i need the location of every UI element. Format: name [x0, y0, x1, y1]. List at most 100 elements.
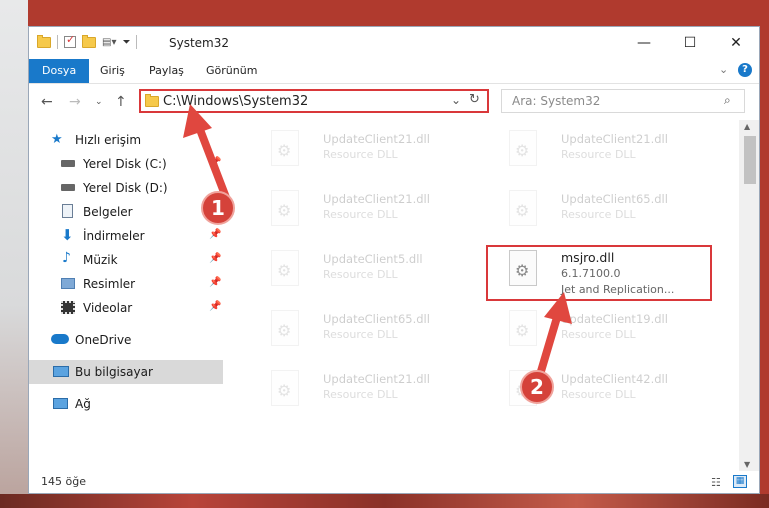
chevron-down-icon[interactable]: ⏷: [122, 37, 130, 48]
up-arrow-icon[interactable]: ↑: [115, 94, 127, 110]
music-icon: ♪: [62, 250, 71, 266]
file-name: UpdateClient19.dll: [561, 312, 668, 326]
download-icon: ⬇: [61, 226, 74, 244]
sidebar-item-label: Resimler: [83, 277, 136, 291]
file-type: Resource DLL: [323, 388, 398, 401]
dll-file-icon: [271, 130, 299, 166]
scroll-down-icon[interactable]: ▼: [744, 460, 750, 469]
large-icons-view-icon[interactable]: ▦: [733, 475, 747, 488]
file-item[interactable]: UpdateClient19.dll Resource DLL: [489, 304, 719, 364]
sidebar-item-pictures[interactable]: Resimler 📌: [29, 272, 225, 296]
drive-icon: [61, 160, 75, 167]
details-view-icon[interactable]: ☷: [711, 476, 721, 489]
dll-file-icon: [509, 310, 537, 346]
sidebar-item-documents[interactable]: Belgeler 📌: [29, 200, 225, 224]
pin-icon: 📌: [209, 277, 222, 288]
sidebar-item-label: Bu bilgisayar: [75, 365, 153, 379]
sidebar-item-label: Ağ: [75, 397, 91, 411]
tab-file[interactable]: Dosya: [29, 59, 90, 83]
pin-icon: 📌: [209, 301, 222, 312]
sidebar-item-label: İndirmeler: [83, 229, 145, 243]
sidebar-item-onedrive[interactable]: OneDrive: [29, 328, 225, 352]
sidebar-item-local-disk-d[interactable]: Yerel Disk (D:): [29, 176, 225, 200]
dll-file-icon: [271, 190, 299, 226]
refresh-icon[interactable]: ↻: [469, 92, 480, 107]
address-bar[interactable]: C:\Windows\System32 ⌄ ↻: [139, 89, 489, 113]
sidebar-item-local-disk-c[interactable]: Yerel Disk (C:) 📌: [29, 152, 225, 176]
file-item[interactable]: UpdateClient5.dll Resource DLL: [251, 244, 481, 304]
file-type: Resource DLL: [323, 208, 398, 221]
file-type: Resource DLL: [323, 148, 398, 161]
scrollbar-thumb[interactable]: [744, 136, 756, 184]
sidebar-item-label: Videolar: [83, 301, 133, 315]
folder-icon: [37, 34, 51, 48]
file-item[interactable]: UpdateClient65.dll Resource DLL: [489, 184, 719, 244]
recent-chevron-icon[interactable]: ⌄: [95, 97, 103, 107]
dll-file-icon: [271, 370, 299, 406]
file-name: UpdateClient21.dll: [323, 192, 430, 206]
vertical-scrollbar[interactable]: ▲ ▼: [739, 120, 759, 472]
maximize-button[interactable]: ☐: [667, 27, 713, 59]
sidebar-item-this-pc[interactable]: Bu bilgisayar: [29, 360, 223, 384]
file-item[interactable]: UpdateClient21.dll Resource DLL: [251, 184, 481, 244]
quick-access-toolbar: ✓ ▤▾ ⏷: [37, 33, 138, 49]
sidebar-item-label: Hızlı erişim: [75, 133, 142, 147]
file-name: UpdateClient42.dll: [561, 372, 668, 386]
sidebar-item-network[interactable]: Ağ: [29, 392, 225, 416]
pictures-icon: [61, 278, 75, 289]
file-type: Resource DLL: [561, 208, 636, 221]
desktop-taskbar-area: [0, 494, 769, 508]
address-row: ← → ⌄ ↑ C:\Windows\System32 ⌄ ↻ Ara: Sys…: [29, 84, 759, 120]
cloud-icon: [51, 334, 69, 344]
expand-ribbon-icon[interactable]: ⌄: [719, 63, 728, 76]
back-arrow-icon[interactable]: ←: [41, 94, 53, 110]
step-badge-2: 2: [520, 370, 554, 404]
search-input[interactable]: Ara: System32: [512, 94, 600, 108]
sidebar-item-videos[interactable]: Videolar 📌: [29, 296, 225, 320]
folder-icon: [145, 94, 159, 107]
file-name: UpdateClient5.dll: [323, 252, 423, 266]
file-type: Resource DLL: [323, 268, 398, 281]
sidebar-item-label: Müzik: [83, 253, 118, 267]
tab-view[interactable]: Görünüm: [206, 59, 257, 83]
properties-icon[interactable]: ✓: [64, 33, 76, 48]
new-folder-icon[interactable]: [82, 34, 96, 48]
tab-share[interactable]: Paylaş: [149, 59, 184, 83]
pin-icon: 📌: [209, 253, 222, 264]
separator: [57, 35, 58, 49]
sidebar-item-label: Yerel Disk (C:): [83, 157, 167, 171]
sidebar-item-downloads[interactable]: ⬇ İndirmeler 📌: [29, 224, 225, 248]
chevron-down-icon[interactable]: ⌄: [451, 93, 461, 107]
file-item[interactable]: UpdateClient21.dll Resource DLL: [251, 124, 481, 184]
sidebar-item-quick-access[interactable]: ★ Hızlı erişim: [29, 128, 225, 152]
help-icon[interactable]: ?: [738, 63, 752, 77]
sidebar-item-label: Yerel Disk (D:): [83, 181, 168, 195]
file-item[interactable]: UpdateClient21.dll Resource DLL: [489, 124, 719, 184]
documents-icon: [62, 204, 73, 218]
customize-icon[interactable]: ▤▾: [102, 37, 116, 48]
star-icon: ★: [51, 132, 63, 147]
file-type: Resource DLL: [561, 328, 636, 341]
file-item[interactable]: UpdateClient21.dll Resource DLL: [251, 364, 481, 424]
highlight-box-file: [486, 245, 712, 301]
forward-arrow-icon[interactable]: →: [69, 94, 81, 110]
sidebar-item-music[interactable]: ♪ Müzik 📌: [29, 248, 225, 272]
title-bar: ✓ ▤▾ ⏷ System32 — ☐ ✕: [29, 27, 759, 59]
dll-file-icon: [509, 130, 537, 166]
file-item[interactable]: UpdateClient65.dll Resource DLL: [251, 304, 481, 364]
address-path: C:\Windows\System32: [163, 94, 309, 109]
file-name: UpdateClient21.dll: [323, 372, 430, 386]
tab-home[interactable]: Giriş: [100, 59, 125, 83]
file-name: UpdateClient21.dll: [323, 132, 430, 146]
file-name: UpdateClient65.dll: [323, 312, 430, 326]
network-icon: [53, 398, 68, 409]
pin-icon: 📌: [209, 157, 222, 168]
item-count: 145 öğe: [41, 475, 86, 488]
scroll-up-icon[interactable]: ▲: [744, 122, 750, 131]
minimize-button[interactable]: —: [621, 27, 667, 59]
computer-icon: [53, 366, 69, 377]
videos-icon: [61, 301, 75, 314]
search-box[interactable]: Ara: System32 ⌕: [501, 89, 745, 113]
close-button[interactable]: ✕: [713, 27, 759, 59]
separator: [136, 35, 138, 49]
